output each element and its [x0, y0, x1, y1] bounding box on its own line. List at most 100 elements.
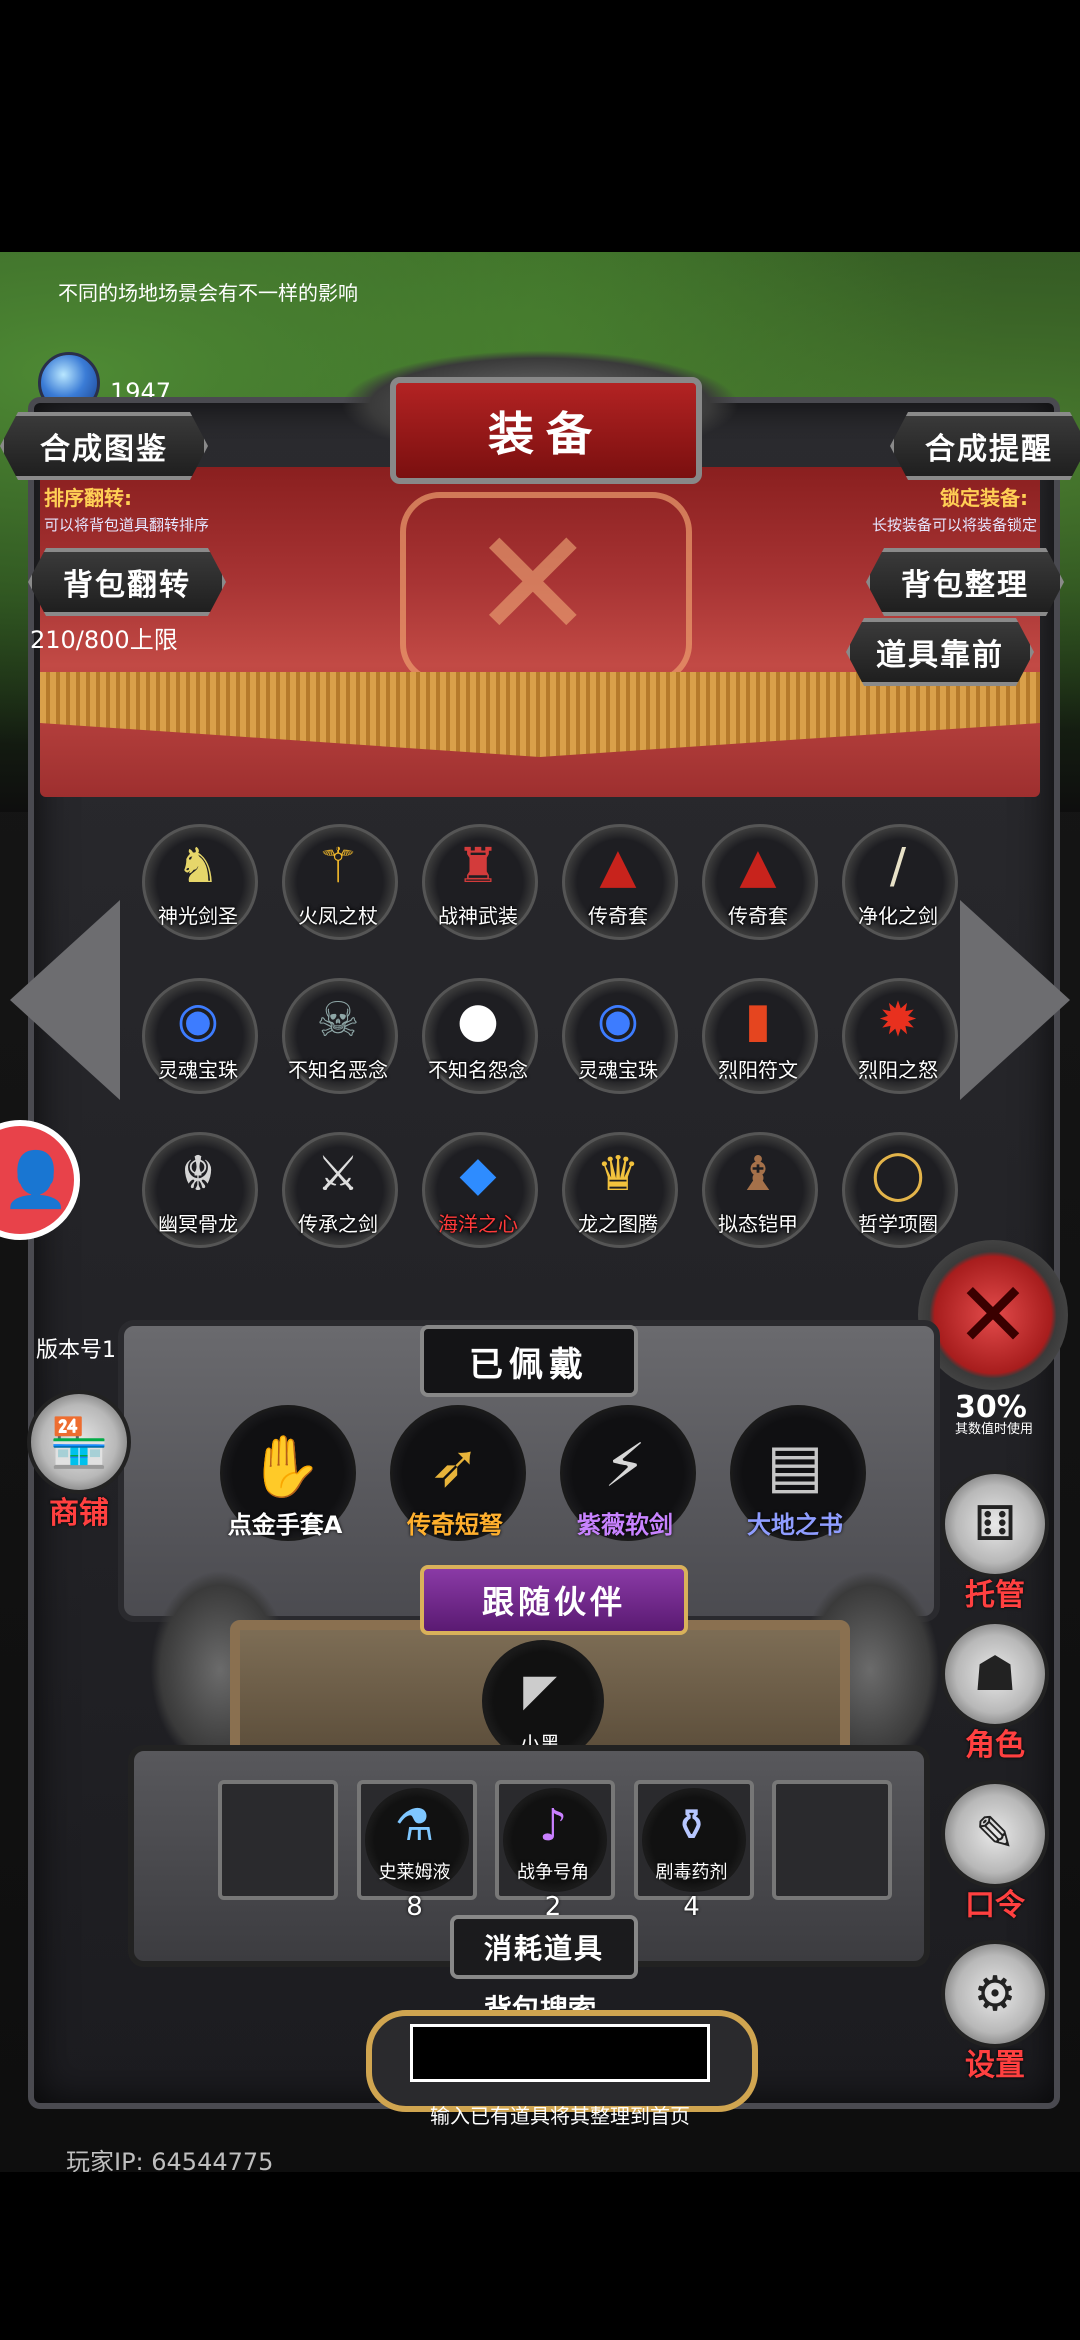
- prev-page-arrow[interactable]: [10, 900, 120, 1100]
- equipped-slot[interactable]: ➶ 传奇短弩: [390, 1405, 530, 1545]
- item-label: 烈阳符文: [718, 1058, 798, 1082]
- sort-flip-desc: 可以将背包道具翻转排序: [44, 516, 210, 534]
- consumables-title: 消耗道具: [450, 1915, 638, 1979]
- sort-flip-title: 排序翻转:: [44, 486, 132, 510]
- inventory-item[interactable]: ♝ 拟态铠甲: [698, 1128, 818, 1248]
- consumable-slot[interactable]: ♪ 战争号角 2: [495, 1780, 615, 1922]
- bag-capacity: 210/800上限: [30, 626, 178, 654]
- phoenix-staff-icon: ⚚: [316, 838, 360, 894]
- inventory-item[interactable]: ☠ 不知名恶念: [278, 974, 398, 1094]
- armored-knight-icon: ♞: [176, 838, 220, 894]
- equipped-slot[interactable]: ▤ 大地之书: [730, 1405, 870, 1545]
- crossed-swords-icon: ✕: [470, 498, 596, 672]
- screen: 不同的场地场景会有不一样的影响 1947 ✕ 装备 合成图鉴 合成提醒 排序翻转…: [0, 0, 1080, 2340]
- inventory-item[interactable]: ☬ 幽冥骨龙: [138, 1128, 258, 1248]
- hooded-figure-icon: ☗: [941, 1620, 1049, 1728]
- war-horn-icon: ♪: [538, 1800, 568, 1851]
- bag-flip-button[interactable]: 背包翻转: [28, 548, 226, 616]
- consumable-label: 史莱姆液: [378, 1862, 451, 1883]
- empty-consumable-slot[interactable]: [218, 1780, 338, 1900]
- mimic-armor-icon: ♝: [736, 1146, 780, 1202]
- inventory-item[interactable]: ◆ 海洋之心: [418, 1128, 538, 1248]
- inventory-item[interactable]: ♛ 龙之图腾: [558, 1128, 678, 1248]
- user-icon: 👤: [2, 1148, 70, 1211]
- consumable-count: 4: [683, 1892, 700, 1922]
- search-hint: 输入已有道具将其整理到首页: [430, 2104, 690, 2128]
- inventory-item[interactable]: ◉ 灵魂宝珠: [138, 974, 258, 1094]
- item-label: 传奇套: [728, 904, 788, 928]
- inventory-item[interactable]: ♜ 战神武装: [418, 820, 538, 940]
- companion-title: 跟随伙伴: [420, 1565, 688, 1635]
- empty-consumable-slot[interactable]: [772, 1780, 892, 1900]
- equipped-title: 已佩戴: [420, 1325, 638, 1397]
- war-god-armor-icon: ♜: [456, 838, 500, 894]
- ghost-icon: ●: [457, 992, 499, 1048]
- inventory-item[interactable]: ▮ 烈阳符文: [698, 974, 818, 1094]
- heritage-sword-icon: ⚔: [316, 1146, 360, 1202]
- inventory-item[interactable]: ◉ 灵魂宝珠: [558, 974, 678, 1094]
- inventory-item[interactable]: ⚔ 传承之剑: [278, 1128, 398, 1248]
- consumable-slot[interactable]: ⚱ 剧毒药剂 4: [633, 1780, 754, 1922]
- role-label: 角色: [965, 1728, 1025, 1763]
- item-label: 拟态铠甲: [718, 1212, 798, 1236]
- settings-button[interactable]: ⚙ 设置: [940, 1940, 1050, 2084]
- inventory-item[interactable]: ◯ 哲学项圈: [838, 1128, 958, 1248]
- code-label: 口令: [965, 1888, 1025, 1923]
- inventory-grid: ♞ 神光剑圣 ⚚ 火凤之杖 ♜ 战神武装 ▲ 传奇套 ▲ 传奇套 / 净化之剑 ◉ 灵魂宝珠 ☠ 不知名恶念 ●…: [138, 820, 968, 1248]
- item-label: 灵魂宝珠: [158, 1058, 238, 1082]
- gear-icon: ⚙: [941, 1940, 1049, 2048]
- bag-sort-button[interactable]: 背包整理: [866, 548, 1064, 616]
- lock-title: 锁定装备:: [940, 486, 1028, 510]
- items-front-button[interactable]: 道具靠前: [846, 618, 1034, 686]
- auto-manage-button[interactable]: ⚅ 托管: [940, 1470, 1050, 1614]
- item-label: 火凤之杖: [298, 904, 378, 928]
- equipped-slot[interactable]: ✋ 点金手套A: [220, 1405, 360, 1545]
- close-button[interactable]: ✕: [918, 1240, 1068, 1390]
- equip-label: 传奇短弩: [407, 1511, 503, 1539]
- ocean-heart-icon: ◆: [459, 1146, 497, 1202]
- shop-label: 商铺: [49, 1496, 109, 1531]
- bag-search-input[interactable]: [410, 2024, 710, 2082]
- inventory-item[interactable]: ♞ 神光剑圣: [138, 820, 258, 940]
- code-button[interactable]: ✎ 口令: [940, 1780, 1050, 1924]
- inventory-item[interactable]: ⚚ 火凤之杖: [278, 820, 398, 940]
- percent-note: 其数值时使用: [955, 1422, 1034, 1437]
- version-label: 版本号11: [36, 1338, 130, 1363]
- legendary-robe-icon: ▲: [739, 838, 777, 894]
- item-label: 战神武装: [438, 904, 518, 928]
- shop-button[interactable]: 🏪 商铺: [24, 1390, 134, 1532]
- player-ip: 玩家IP: 64544775: [66, 2148, 274, 2172]
- equipped-row: ✋ 点金手套A ➶ 传奇短弩 ⚡ 紫薇软剑 ▤ 大地之书: [220, 1405, 870, 1545]
- crossbow-icon: ➶: [429, 1431, 481, 1501]
- equip-label: 大地之书: [747, 1511, 843, 1539]
- item-label: 神光剑圣: [158, 904, 238, 928]
- inventory-item[interactable]: ● 不知名怨念: [418, 974, 538, 1094]
- next-page-arrow[interactable]: [960, 900, 1070, 1100]
- auto-manage-label: 托管: [965, 1578, 1025, 1613]
- consumable-slot[interactable]: ⚗ 史莱姆液 8: [356, 1780, 477, 1922]
- item-label: 幽冥骨龙: [158, 1212, 238, 1236]
- sun-rune-icon: ▮: [744, 992, 772, 1048]
- item-label: 烈阳之怒: [858, 1058, 938, 1082]
- synth-remind-button[interactable]: 合成提醒: [890, 412, 1080, 480]
- inventory-item[interactable]: ▲ 传奇套: [698, 820, 818, 940]
- slot-frame: [218, 1780, 338, 1900]
- code-scroll-icon: ✎: [941, 1780, 1049, 1888]
- equip-label: 点金手套A: [227, 1511, 343, 1539]
- synth-book-button[interactable]: 合成图鉴: [0, 412, 208, 480]
- inventory-item[interactable]: / 净化之剑: [838, 820, 958, 940]
- bone-dragon-icon: ☬: [180, 1146, 216, 1202]
- sun-fury-icon: ✹: [877, 992, 919, 1048]
- purify-sword-icon: /: [889, 838, 907, 894]
- item-label: 龙之图腾: [578, 1212, 658, 1236]
- inventory-item[interactable]: ✹ 烈阳之怒: [838, 974, 958, 1094]
- item-label: 传承之剑: [298, 1212, 378, 1236]
- settings-label: 设置: [965, 2048, 1025, 2083]
- soft-sword-icon: ⚡: [603, 1431, 647, 1501]
- item-label: 净化之剑: [858, 904, 938, 928]
- consumable-label: 战争号角: [517, 1862, 589, 1883]
- inventory-item[interactable]: ▲ 传奇套: [558, 820, 678, 940]
- equipped-slot[interactable]: ⚡ 紫薇软剑: [560, 1405, 700, 1545]
- item-label: 不知名怨念: [428, 1058, 528, 1082]
- role-button[interactable]: ☗ 角色: [940, 1620, 1050, 1764]
